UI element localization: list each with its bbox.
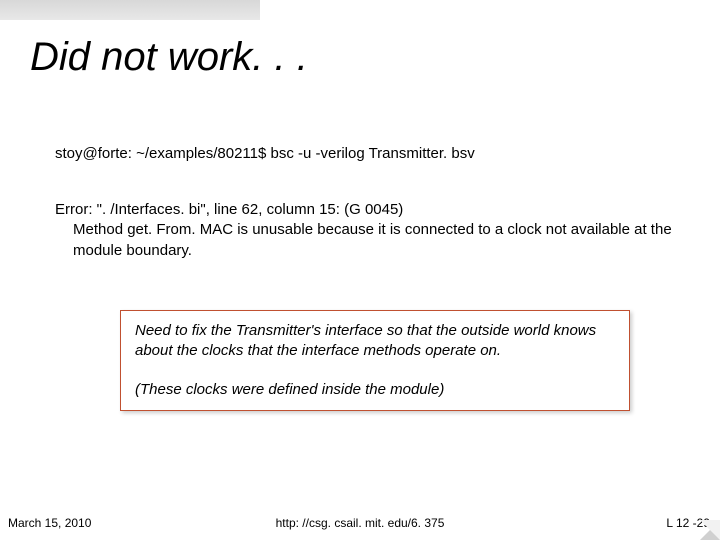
footer-url: http: //csg. csail. mit. edu/6. 375 [0,516,720,530]
error-line-2: Method get. From. MAC is unusable becaus… [55,220,685,261]
note-box: Need to fix the Transmitter's interface … [120,310,630,411]
top-accent-bar [0,0,260,20]
command-line: stoy@forte: ~/examples/80211$ bsc -u -ve… [55,145,475,162]
slide-title: Did not work. . . [30,35,308,80]
error-line-1: Error: ". /Interfaces. bi", line 62, col… [55,200,685,220]
note-paragraph-1: Need to fix the Transmitter's interface … [135,321,615,362]
note-paragraph-2: (These clocks were defined inside the mo… [135,380,615,400]
error-block: Error: ". /Interfaces. bi", line 62, col… [55,200,685,261]
page-corner-fold-icon [700,520,720,540]
